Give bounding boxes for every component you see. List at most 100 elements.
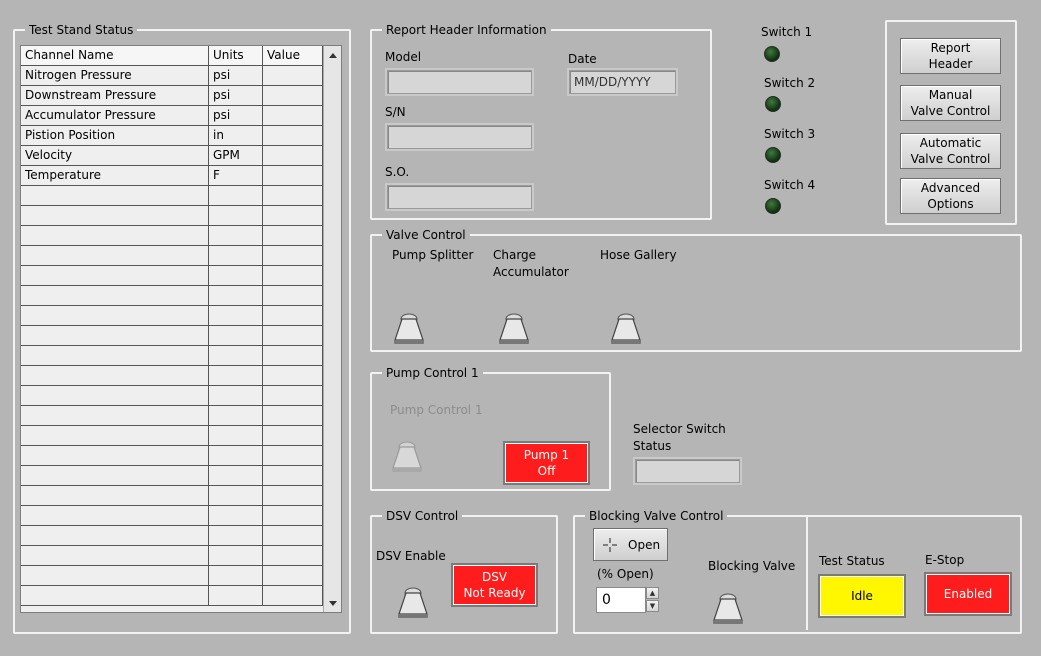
sn-field[interactable] <box>387 125 532 149</box>
channel-name-cell[interactable]: Velocity <box>21 146 209 165</box>
units-cell[interactable] <box>209 566 263 585</box>
hose-gallery-toggle-switch[interactable] <box>609 310 643 346</box>
table-row[interactable] <box>21 566 323 586</box>
value-cell[interactable] <box>263 286 323 305</box>
date-field[interactable]: MM/DD/YYYY <box>569 70 676 94</box>
table-row[interactable] <box>21 246 323 266</box>
table-scrollbar[interactable] <box>323 46 341 612</box>
units-cell[interactable] <box>209 586 263 605</box>
units-cell[interactable] <box>209 266 263 285</box>
units-cell[interactable] <box>209 226 263 245</box>
value-cell[interactable] <box>263 246 323 265</box>
units-cell[interactable]: psi <box>209 106 263 125</box>
table-row[interactable]: Pistion Position in <box>21 126 323 146</box>
channel-name-cell[interactable] <box>21 366 209 385</box>
table-row[interactable]: Accumulator Pressure psi <box>21 106 323 126</box>
channel-name-cell[interactable]: Accumulator Pressure <box>21 106 209 125</box>
manual-valve-control-button[interactable]: Manual Valve Control <box>900 85 1001 121</box>
units-cell[interactable] <box>209 346 263 365</box>
value-cell[interactable] <box>263 106 323 125</box>
pump-1-off-button[interactable]: Pump 1 Off <box>503 441 590 485</box>
blocking-valve-toggle-switch[interactable] <box>711 590 745 626</box>
channel-name-cell[interactable] <box>21 406 209 425</box>
automatic-valve-control-button[interactable]: Automatic Valve Control <box>900 133 1001 169</box>
table-row[interactable] <box>21 206 323 226</box>
table-row[interactable] <box>21 346 323 366</box>
table-row[interactable]: Velocity GPM <box>21 146 323 166</box>
table-row[interactable]: Downstream Pressure psi <box>21 86 323 106</box>
dsv-enable-toggle-switch[interactable] <box>396 584 430 620</box>
units-cell[interactable] <box>209 246 263 265</box>
units-cell[interactable] <box>209 326 263 345</box>
units-cell[interactable]: psi <box>209 86 263 105</box>
units-cell[interactable]: F <box>209 166 263 185</box>
table-row[interactable] <box>21 366 323 386</box>
value-cell[interactable] <box>263 506 323 525</box>
value-cell[interactable] <box>263 326 323 345</box>
channel-name-cell[interactable] <box>21 346 209 365</box>
value-cell[interactable] <box>263 146 323 165</box>
channel-name-cell[interactable]: Downstream Pressure <box>21 86 209 105</box>
units-cell[interactable] <box>209 466 263 485</box>
table-row[interactable] <box>21 426 323 446</box>
channel-name-cell[interactable] <box>21 246 209 265</box>
value-cell[interactable] <box>263 566 323 585</box>
units-cell[interactable]: GPM <box>209 146 263 165</box>
units-cell[interactable] <box>209 526 263 545</box>
percent-open-input[interactable]: 0 <box>596 587 646 613</box>
channel-table[interactable]: Channel Name Units Value Nitrogen Pressu… <box>20 45 342 613</box>
units-cell[interactable] <box>209 446 263 465</box>
pump-splitter-toggle-switch[interactable] <box>392 310 426 346</box>
value-cell[interactable] <box>263 166 323 185</box>
column-header-units[interactable]: Units <box>209 46 263 65</box>
channel-name-cell[interactable] <box>21 546 209 565</box>
units-cell[interactable] <box>209 386 263 405</box>
value-cell[interactable] <box>263 426 323 445</box>
table-row[interactable] <box>21 286 323 306</box>
units-cell[interactable]: psi <box>209 66 263 85</box>
table-row[interactable] <box>21 386 323 406</box>
value-cell[interactable] <box>263 226 323 245</box>
value-cell[interactable] <box>263 206 323 225</box>
units-cell[interactable] <box>209 506 263 525</box>
channel-name-cell[interactable] <box>21 446 209 465</box>
percent-decrement-button[interactable]: ▼ <box>646 600 659 612</box>
value-cell[interactable] <box>263 346 323 365</box>
value-cell[interactable] <box>263 306 323 325</box>
units-cell[interactable]: in <box>209 126 263 145</box>
value-cell[interactable] <box>263 266 323 285</box>
channel-name-cell[interactable] <box>21 566 209 585</box>
value-cell[interactable] <box>263 586 323 605</box>
channel-name-cell[interactable]: Pistion Position <box>21 126 209 145</box>
so-field[interactable] <box>387 185 532 209</box>
table-row[interactable] <box>21 326 323 346</box>
advanced-options-button[interactable]: Advanced Options <box>900 178 1001 214</box>
units-cell[interactable] <box>209 426 263 445</box>
table-row[interactable] <box>21 586 323 606</box>
charge-accumulator-toggle-switch[interactable] <box>497 310 531 346</box>
units-cell[interactable] <box>209 286 263 305</box>
value-cell[interactable] <box>263 86 323 105</box>
units-cell[interactable] <box>209 366 263 385</box>
value-cell[interactable] <box>263 66 323 85</box>
report-header-button[interactable]: Report Header <box>900 38 1001 74</box>
channel-name-cell[interactable] <box>21 426 209 445</box>
table-row[interactable] <box>21 466 323 486</box>
table-row[interactable] <box>21 506 323 526</box>
pump-control-toggle-switch[interactable] <box>390 438 424 474</box>
table-row[interactable]: Nitrogen Pressure psi <box>21 66 323 86</box>
open-button[interactable]: Open <box>593 528 668 561</box>
value-cell[interactable] <box>263 466 323 485</box>
channel-name-cell[interactable]: Temperature <box>21 166 209 185</box>
column-header-value[interactable]: Value <box>263 46 323 65</box>
channel-name-cell[interactable] <box>21 326 209 345</box>
column-header-channel-name[interactable]: Channel Name <box>21 46 209 65</box>
units-cell[interactable] <box>209 486 263 505</box>
value-cell[interactable] <box>263 126 323 145</box>
table-row[interactable] <box>21 446 323 466</box>
table-row[interactable] <box>21 266 323 286</box>
percent-increment-button[interactable]: ▲ <box>646 587 659 599</box>
channel-name-cell[interactable] <box>21 486 209 505</box>
value-cell[interactable] <box>263 526 323 545</box>
channel-name-cell[interactable] <box>21 186 209 205</box>
